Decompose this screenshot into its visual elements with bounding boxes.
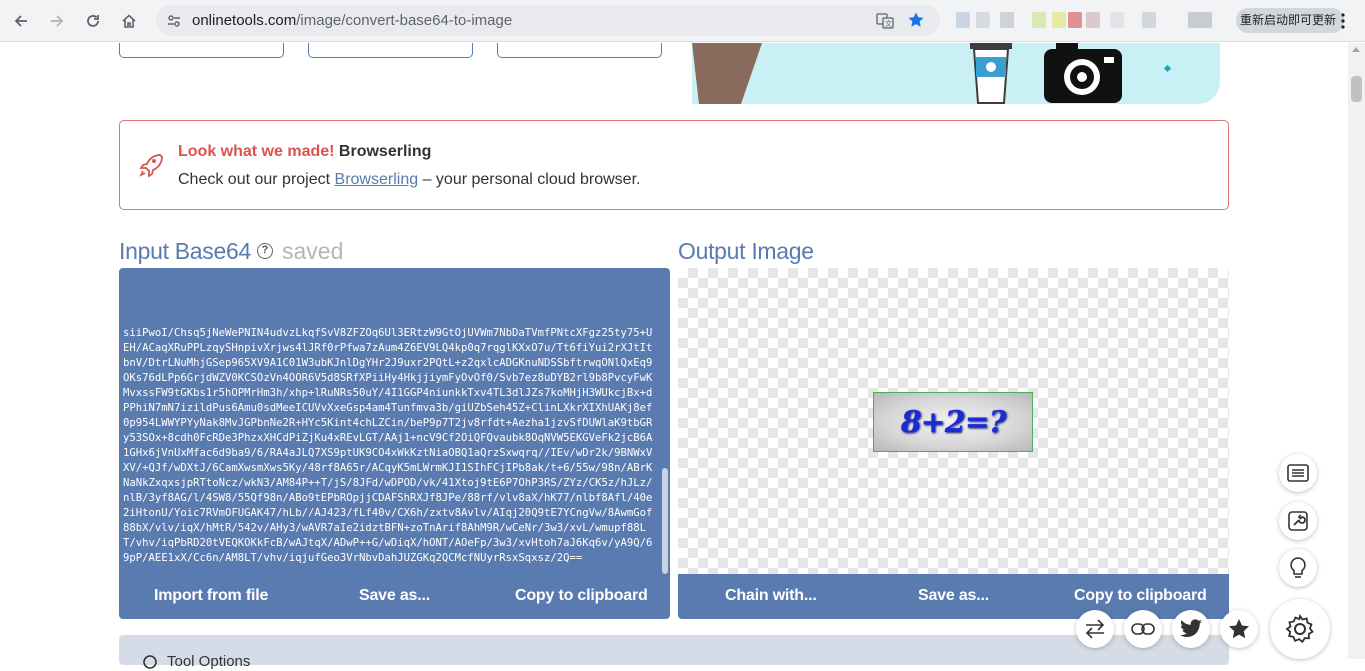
captcha-text: 8+2=? [900, 404, 1007, 440]
import-from-file-button[interactable]: Import from file [154, 587, 268, 605]
camera-icon [1044, 43, 1122, 103]
settings-button[interactable] [1270, 599, 1330, 659]
svg-text:文: 文 [885, 19, 892, 28]
arm-illustration [692, 43, 762, 104]
input-button-bar: Import from file Save as... Copy to clip… [119, 574, 670, 619]
twitter-icon [1180, 619, 1202, 638]
input-title: Input Base64 [119, 238, 251, 264]
banner-product: Browserling [338, 143, 432, 160]
wrench-icon [1288, 511, 1308, 531]
reload-button[interactable] [80, 8, 106, 34]
promo-banner: Look what we made! Browserling Check out… [119, 120, 1229, 210]
extension-icon[interactable] [1086, 12, 1100, 28]
extension-icon[interactable] [1032, 12, 1046, 28]
banner-text-after: – your personal cloud browser. [418, 171, 641, 188]
reload-icon [87, 15, 99, 27]
banner-text: Check out our project Browserling – your… [178, 171, 640, 189]
output-image: 8+2=? [873, 392, 1033, 452]
help-icon[interactable]: ? [257, 243, 273, 259]
textarea-scrollbar[interactable] [662, 272, 668, 574]
swap-button[interactable] [1076, 610, 1114, 648]
address-bar[interactable]: onlinetools.com/image/convert-base64-to-… [156, 5, 940, 36]
base64-input-textarea[interactable]: siiPwoI/Chsq5jNeWePNIN4udvzLkqfSvV8ZFZOq… [119, 268, 670, 574]
more-menu-icon[interactable] [1336, 12, 1350, 30]
scrollbar-thumb[interactable] [1351, 76, 1362, 102]
extension-icon[interactable] [1110, 12, 1124, 28]
extension-icon[interactable] [1142, 12, 1156, 28]
star-icon [1229, 619, 1249, 639]
tool-options-section[interactable]: Tool Options [119, 635, 1229, 670]
extension-icon[interactable] [956, 12, 970, 28]
output-save-as-button[interactable]: Save as... [918, 587, 989, 605]
textarea-scrollbar-thumb[interactable] [662, 468, 668, 574]
tool-list-button[interactable] [1279, 454, 1317, 492]
input-copy-button[interactable]: Copy to clipboard [515, 587, 648, 605]
page-scrollbar[interactable] [1348, 43, 1365, 659]
banner-highlight: Look what we made! [178, 143, 335, 160]
tool-card[interactable] [308, 43, 473, 58]
home-button[interactable] [116, 8, 142, 34]
extension-icon[interactable] [1000, 12, 1014, 28]
output-image-area: 8+2=? [678, 268, 1229, 574]
home-icon [122, 14, 136, 28]
profile-icon[interactable] [1188, 12, 1212, 28]
banner-headline: Look what we made! Browserling [178, 143, 431, 161]
update-label: 重新启动即可更新 [1240, 13, 1337, 27]
tools-button[interactable] [1279, 502, 1317, 540]
bookmark-star-icon[interactable] [907, 11, 925, 29]
output-copy-button[interactable]: Copy to clipboard [1074, 587, 1207, 605]
extension-icon[interactable] [1068, 12, 1082, 28]
browserling-link[interactable]: Browserling [335, 171, 419, 188]
site-info-icon[interactable] [166, 13, 182, 29]
tool-card[interactable] [119, 43, 284, 58]
chain-with-button[interactable]: Chain with... [725, 587, 817, 605]
tool-card[interactable] [497, 43, 662, 58]
tool-options-label: Tool Options [167, 653, 251, 670]
back-arrow-icon [14, 15, 27, 27]
rocket-icon [139, 154, 163, 178]
extension-icon[interactable] [976, 12, 990, 28]
forward-button[interactable] [44, 8, 70, 34]
input-save-as-button[interactable]: Save as... [359, 587, 430, 605]
gear-icon [143, 655, 157, 669]
url-path: /image/convert-base64-to-image [296, 12, 513, 29]
decor-dot [1163, 64, 1172, 73]
browser-toolbar: onlinetools.com/image/convert-base64-to-… [0, 0, 1365, 42]
update-button[interactable]: 重新启动即可更新 [1236, 8, 1345, 33]
back-button[interactable] [8, 8, 34, 34]
coffee-cup-icon [970, 43, 1012, 104]
swap-arrows-icon [1085, 619, 1105, 639]
scroll-up-arrow-icon[interactable] [1352, 47, 1360, 52]
forward-arrow-icon [51, 15, 64, 27]
base64-input-text[interactable]: siiPwoI/Chsq5jNeWePNIN4udvzLkqfSvV8ZFZOq… [123, 326, 657, 566]
url-text[interactable]: onlinetools.com/image/convert-base64-to-… [192, 12, 512, 29]
saved-status: saved [282, 238, 344, 264]
copy-link-button[interactable] [1124, 610, 1162, 648]
hero-illustration [692, 43, 1220, 104]
ideas-button[interactable] [1279, 549, 1317, 587]
twitter-share-button[interactable] [1172, 610, 1210, 648]
favorite-button[interactable] [1220, 610, 1258, 648]
output-title: Output Image [678, 238, 814, 264]
link-icon [1131, 623, 1155, 635]
list-icon [1287, 464, 1309, 482]
translate-icon[interactable]: 文 [876, 12, 894, 30]
lightbulb-icon [1290, 557, 1306, 578]
gear-icon [1285, 613, 1314, 644]
extension-icon[interactable] [1052, 12, 1066, 28]
url-host: onlinetools.com [192, 12, 297, 29]
banner-text-before: Check out our project [178, 171, 335, 188]
